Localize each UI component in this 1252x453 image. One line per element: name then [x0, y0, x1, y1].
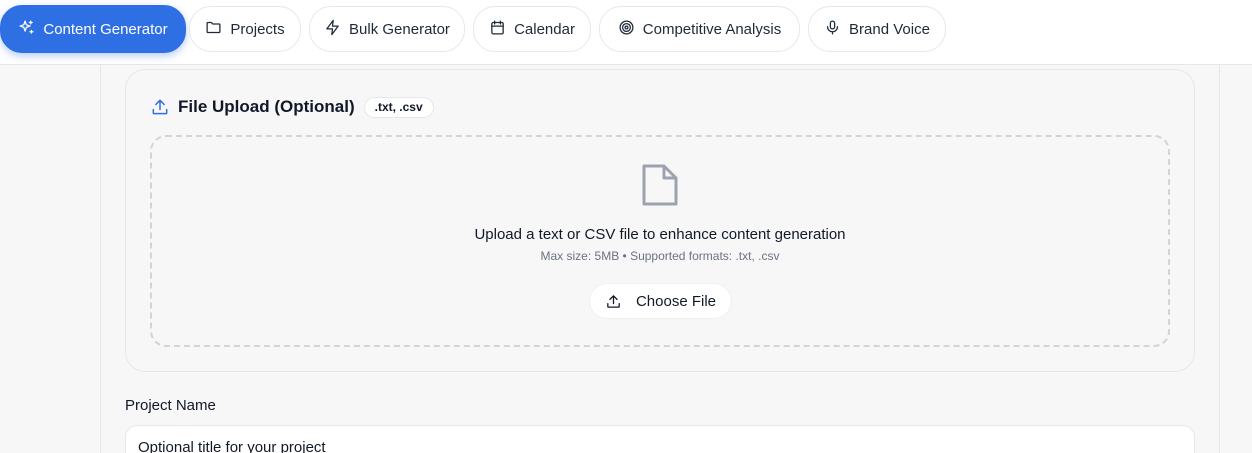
dropzone-subtitle: Max size: 5MB • Supported formats: .txt,… [540, 249, 780, 263]
lightning-icon [324, 19, 341, 40]
choose-file-label: Choose File [635, 292, 717, 310]
project-name-input[interactable] [125, 425, 1195, 453]
sparkles-icon [18, 19, 35, 40]
microphone-icon [824, 19, 841, 40]
file-upload-title: File Upload (Optional) [178, 97, 355, 116]
tab-label: Competitive Analysis [642, 20, 782, 38]
tab-label: Calendar [514, 20, 575, 38]
calendar-icon [489, 19, 506, 40]
choose-file-button[interactable]: Choose File [589, 283, 732, 319]
top-navigation: Content Generator Projects Bulk Generato… [0, 0, 1252, 65]
tab-label: Brand Voice [849, 20, 930, 38]
format-badge: .txt, .csv [363, 96, 434, 118]
tab-label: Projects [230, 20, 285, 38]
tab-label: Bulk Generator [349, 20, 450, 38]
tab-competitive-analysis[interactable]: Competitive Analysis [599, 6, 800, 52]
tab-brand-voice[interactable]: Brand Voice [808, 6, 946, 52]
target-icon [618, 19, 635, 40]
tab-projects[interactable]: Projects [189, 6, 301, 52]
upload-icon [152, 99, 168, 115]
file-upload-header: File Upload (Optional) .txt, .csv [150, 96, 434, 118]
upload-icon [607, 294, 620, 308]
tab-calendar[interactable]: Calendar [473, 6, 591, 52]
project-name-label: Project Name [125, 397, 216, 414]
folder-icon [205, 19, 222, 40]
tab-content-generator[interactable]: Content Generator [0, 5, 186, 53]
tab-label: Content Generator [43, 20, 168, 38]
dropzone-title: Upload a text or CSV file to enhance con… [474, 226, 846, 243]
file-icon [640, 162, 680, 208]
tab-bulk-generator[interactable]: Bulk Generator [309, 6, 465, 52]
